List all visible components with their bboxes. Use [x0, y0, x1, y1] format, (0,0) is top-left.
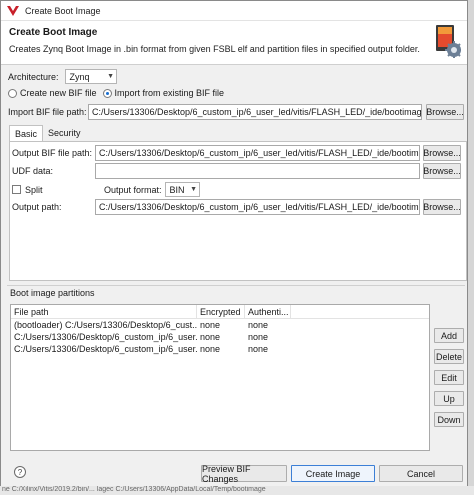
move-up-button[interactable]: Up: [434, 391, 464, 406]
cell-encrypted: none: [200, 344, 221, 354]
tab-security[interactable]: Security: [43, 125, 86, 141]
create-image-button[interactable]: Create Image: [291, 465, 375, 482]
column-header-filler: [291, 305, 429, 318]
section-divider: [7, 285, 465, 286]
table-row[interactable]: C:/Users/13306/Desktop/6_custom_ip/6_use…: [11, 331, 429, 343]
split-label: Split: [25, 184, 43, 195]
udf-row: UDF data: Browse...: [12, 163, 461, 179]
background-console-text: ne C:/Xilinx/Vitis/2019.2/bin/... lagec …: [0, 486, 474, 495]
split-checkbox[interactable]: [12, 185, 21, 194]
output-path-label: Output path:: [12, 202, 62, 212]
output-format-select[interactable]: BIN ▼: [164, 182, 200, 197]
add-partition-button[interactable]: Add: [434, 328, 464, 343]
help-icon[interactable]: ?: [14, 466, 26, 478]
delete-partition-button[interactable]: Delete: [434, 349, 464, 364]
table-row[interactable]: C:/Users/13306/Desktop/6_custom_ip/6_use…: [11, 343, 429, 355]
import-bif-browse-button[interactable]: Browse...: [426, 104, 464, 120]
header-title: Create Boot Image: [9, 27, 98, 38]
output-bif-browse-button[interactable]: Browse...: [423, 145, 461, 161]
cell-encrypted: none: [200, 332, 221, 342]
output-format-label: Output format:: [104, 184, 162, 195]
cell-encrypted: none: [200, 320, 221, 330]
output-path-row: Output path: C:/Users/13306/Desktop/6_cu…: [12, 199, 461, 215]
title-bar: Create Boot Image: [1, 1, 467, 21]
cell-authentication: none: [248, 344, 269, 354]
import-existing-bif-label: Import from existing BIF file: [114, 88, 225, 98]
output-path-browse-button[interactable]: Browse...: [423, 199, 461, 215]
architecture-select[interactable]: Zynq ▼: [64, 69, 117, 84]
partitions-table: File path Encrypted Authenti... (bootloa…: [10, 304, 430, 451]
udf-browse-button[interactable]: Browse...: [423, 163, 461, 179]
dialog-header: Create Boot Image Creates Zynq Boot Imag…: [1, 21, 467, 65]
edit-partition-button[interactable]: Edit: [434, 370, 464, 385]
cell-file-path: C:/Users/13306/Desktop/6_custom_ip/6_use…: [14, 344, 197, 354]
column-header-file-path[interactable]: File path: [11, 305, 197, 318]
cell-authentication: none: [248, 332, 269, 342]
architecture-label: Architecture:: [8, 71, 59, 82]
mode-row: Create new BIF file Import from existing…: [8, 88, 224, 98]
output-bif-label: Output BIF file path:: [12, 148, 93, 158]
table-header: File path Encrypted Authenti...: [11, 305, 429, 319]
udf-data-field[interactable]: [95, 163, 420, 179]
partitions-heading-row: Boot image partitions: [10, 288, 95, 298]
preview-bif-changes-button[interactable]: Preview BIF Changes: [201, 464, 287, 484]
cell-authentication: none: [248, 320, 269, 330]
output-bif-path-field[interactable]: C:/Users/13306/Desktop/6_custom_ip/6_use…: [95, 145, 420, 161]
cell-file-path: (bootloader) C:/Users/13306/Desktop/6_cu…: [14, 320, 197, 330]
column-header-encrypted[interactable]: Encrypted: [197, 305, 245, 318]
udf-label: UDF data:: [12, 166, 54, 176]
tab-basic[interactable]: Basic: [9, 125, 44, 141]
table-row[interactable]: (bootloader) C:/Users/13306/Desktop/6_cu…: [11, 319, 429, 331]
output-bif-row: Output BIF file path: C:/Users/13306/Des…: [12, 145, 461, 161]
boot-image-gear-icon: [436, 25, 461, 58]
cell-file-path: C:/Users/13306/Desktop/6_custom_ip/6_use…: [14, 332, 197, 342]
chevron-down-icon: ▼: [107, 73, 114, 80]
output-format-value: BIN: [169, 184, 185, 195]
create-new-bif-radio[interactable]: [8, 88, 17, 98]
import-bif-path-field[interactable]: C:/Users/13306/Desktop/6_custom_ip/6_use…: [88, 104, 422, 120]
import-bif-label: Import BIF file path:: [8, 107, 87, 117]
move-down-button[interactable]: Down: [434, 412, 464, 427]
cancel-button[interactable]: Cancel: [379, 465, 463, 482]
vitis-logo-icon: [7, 5, 19, 16]
import-existing-bif-radio[interactable]: [102, 88, 112, 98]
import-bif-row: Import BIF file path: C:/Users/13306/Des…: [8, 104, 464, 120]
tab-bar: Basic Security: [9, 125, 86, 141]
header-description: Creates Zynq Boot Image in .bin format f…: [9, 44, 420, 54]
split-format-row: Split Output format: BIN ▼: [12, 182, 200, 197]
architecture-value: Zynq: [69, 71, 90, 82]
output-path-field[interactable]: C:/Users/13306/Desktop/6_custom_ip/6_use…: [95, 199, 420, 215]
chevron-down-icon: ▼: [190, 186, 197, 193]
create-boot-image-dialog: Create Boot Image Create Boot Image Crea…: [0, 0, 468, 495]
window-title: Create Boot Image: [25, 5, 101, 16]
partitions-label: Boot image partitions: [10, 288, 95, 298]
create-new-bif-label: Create new BIF file: [20, 88, 97, 98]
architecture-row: Architecture: Zynq ▼: [8, 69, 117, 84]
column-header-authentication[interactable]: Authenti...: [245, 305, 291, 318]
